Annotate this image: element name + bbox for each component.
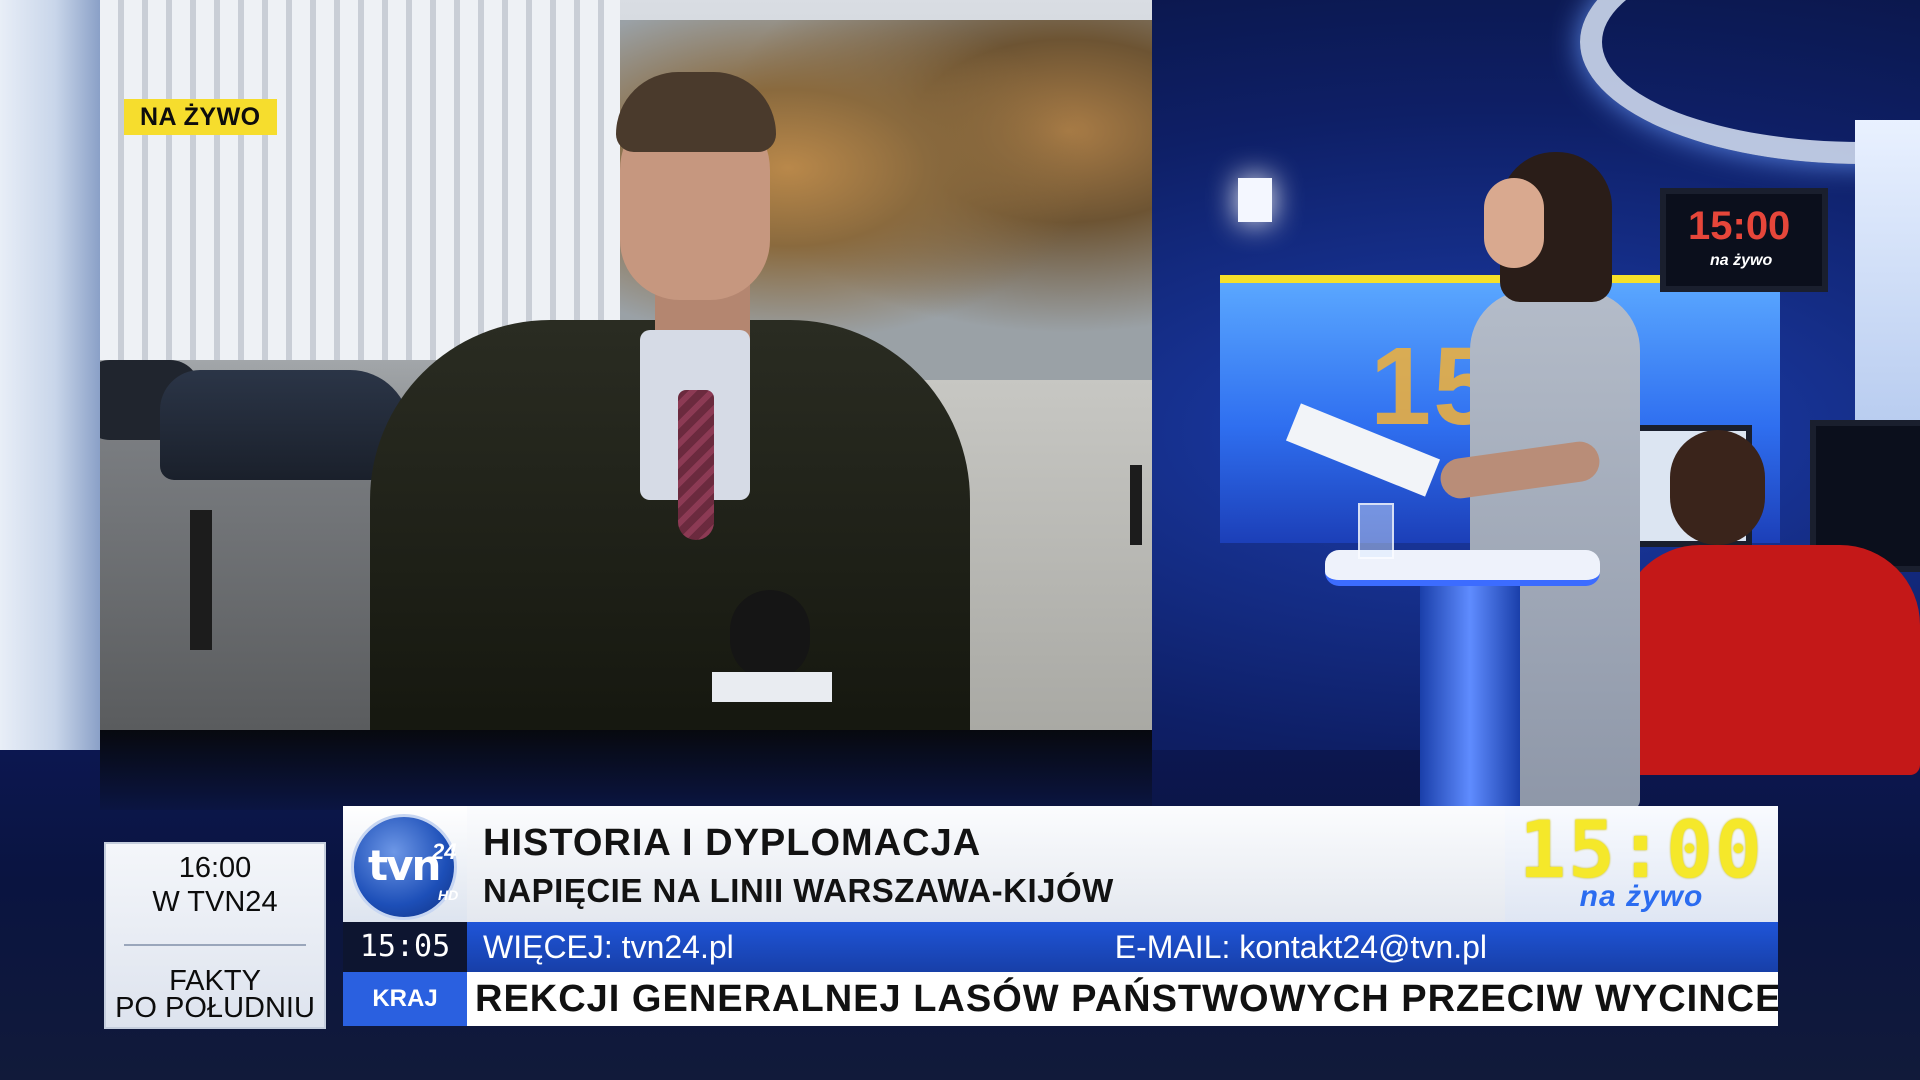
live-badge: NA ŻYWO (124, 99, 277, 135)
microphone-icon (730, 590, 810, 680)
ticker-text: REKCJI GENERALNEJ LASÓW PAŃSTWOWYCH PRZE… (475, 978, 1778, 1020)
channel-logo: tvn 24 HD (343, 806, 467, 922)
operator-figure (1620, 545, 1920, 775)
news-ticker: REKCJI GENERALNEJ LASÓW PAŃSTWOWYCH PRZE… (467, 972, 1778, 1026)
studio-monitor-label: na żywo (1710, 252, 1773, 269)
presenter-desk-leg (1420, 580, 1520, 840)
clock: 15:05 (343, 922, 467, 972)
website-info: WIĘCEJ: tvn24.pl (483, 929, 734, 965)
live-time-box: 15:00 na żywo (1505, 806, 1778, 922)
promo-show-name: PO POŁUDNIU (115, 992, 315, 1024)
promo-divider (124, 944, 306, 946)
logo-text: tvn (368, 841, 441, 890)
live-label: na żywo (1579, 880, 1704, 913)
video-building (100, 0, 620, 360)
headline-box: HISTORIA I DYPLOMACJA NAPIĘCIE NA LINII … (467, 806, 1505, 922)
tvn24-logo-icon: tvn 24 HD (351, 814, 459, 920)
logo-superscript: 24 (432, 839, 457, 864)
studio-light (1238, 178, 1272, 222)
operator-head (1670, 430, 1765, 545)
studio-monitor: 15:00 na żywo (1660, 188, 1828, 292)
info-bar: WIĘCEJ: tvn24.pl E-MAIL: kontakt24@tvn.p… (467, 922, 1505, 972)
reporter-tie (678, 390, 714, 540)
ticker-category: KRAJ (343, 972, 467, 1026)
studio-window (1855, 120, 1920, 420)
headline-subtitle: NAPIĘCIE NA LINII WARSZAWA-KIJÓW (483, 872, 1114, 909)
logo-hd: HD (438, 887, 459, 903)
water-glass (1358, 503, 1394, 559)
promo-time: 16:00 (178, 852, 252, 884)
video-bollard (190, 510, 212, 650)
video-bollard (1130, 465, 1142, 545)
microphone-flag (712, 672, 832, 702)
video-car (160, 370, 410, 480)
promo-channel: W TVN24 (152, 886, 278, 918)
studio-monitor-time: 15:00 (1688, 204, 1791, 248)
info-bar-end (1505, 922, 1778, 972)
upcoming-promo: 16:00 W TVN24 FAKTY PO POŁUDNIU (104, 842, 326, 1029)
presenter-face (1484, 178, 1544, 268)
video-frame-bottom (100, 730, 1152, 810)
headline-title: HISTORIA I DYPLOMACJA (483, 822, 982, 864)
email-info: E-MAIL: kontakt24@tvn.pl (1114, 929, 1487, 965)
